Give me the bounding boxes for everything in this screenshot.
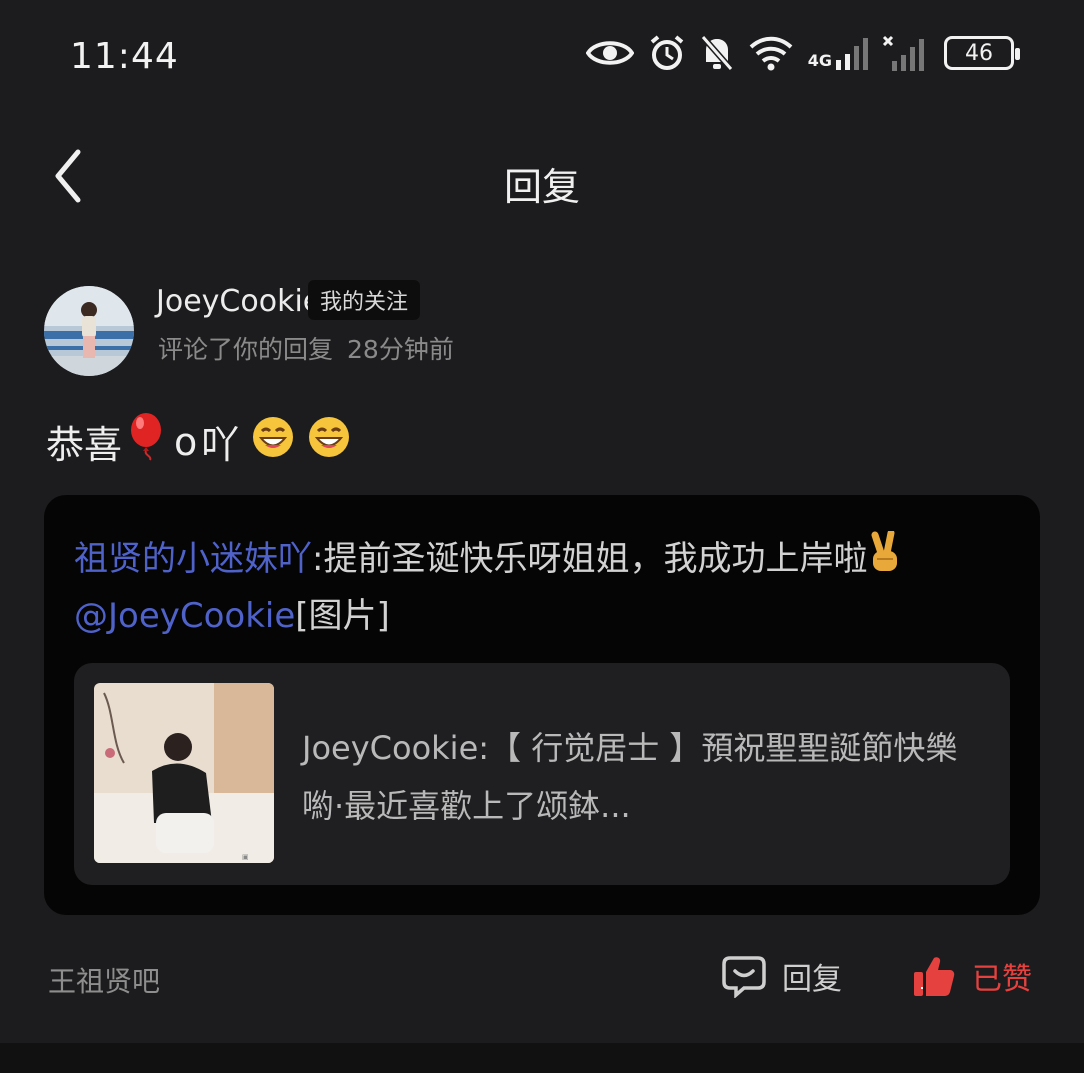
comment-suffix: 吖 xyxy=(201,423,240,467)
mention-link[interactable]: @JoeyCookie xyxy=(74,596,295,636)
reply-label: 回复 xyxy=(782,962,842,997)
page-title: 回复 xyxy=(503,165,580,209)
alarm-icon xyxy=(648,34,686,72)
status-time: 11:44 xyxy=(70,36,179,77)
comment-bubble-icon xyxy=(722,956,766,998)
signal-no-sim-icon xyxy=(882,35,930,71)
image-tag: [图片] xyxy=(295,596,390,636)
quoted-author[interactable]: 祖贤的小迷妹吖 xyxy=(74,539,312,579)
battery-icon: 46 xyxy=(944,36,1020,70)
like-button[interactable]: 已赞 xyxy=(912,954,1032,998)
quoted-reply-text: 祖贤的小迷妹吖:提前圣诞快乐呀姐姐，我成功上岸啦 @JoeyCookie[图片] xyxy=(74,529,994,642)
quoted-reply[interactable]: 祖贤的小迷妹吖:提前圣诞快乐呀姐姐，我成功上岸啦 @JoeyCookie[图片]… xyxy=(44,495,1040,915)
username[interactable]: JoeyCookie xyxy=(156,284,321,319)
like-label: 已赞 xyxy=(972,962,1032,997)
status-icons: 4G 46 xyxy=(585,34,1020,72)
battery-level: 46 xyxy=(965,40,993,66)
time-ago: 28分钟前 xyxy=(347,335,454,364)
quoted-separator: : xyxy=(312,539,324,579)
victory-hand-icon xyxy=(867,529,903,590)
svg-text:▣: ▣ xyxy=(242,853,249,861)
eye-icon xyxy=(585,36,634,70)
reply-button[interactable]: 回复 xyxy=(722,954,842,998)
original-post-card[interactable]: ▣ JoeyCookie:【 行觉居士 】預祝聖聖誕節快樂喲·最近喜歡上了颂鉢.… xyxy=(74,663,1010,885)
quoted-body: 提前圣诞快乐呀姐姐，我成功上岸啦 xyxy=(323,539,868,579)
follow-badge: 我的关注 xyxy=(308,280,421,320)
status-bar: 11:44 4G 46 xyxy=(0,0,1084,110)
grinning-face-icon xyxy=(307,415,351,468)
post-thumbnail[interactable]: ▣ xyxy=(94,683,274,863)
comment-main: 恭喜 xyxy=(46,423,123,467)
forum-name[interactable]: 王祖贤吧 xyxy=(48,960,160,1000)
bottom-divider xyxy=(0,1043,1084,1073)
notification-meta: 评论了你的回复 28分钟前 xyxy=(158,330,454,366)
original-post-text: JoeyCookie:【 行觉居士 】預祝聖聖誕節快樂喲·最近喜歡上了颂鉢... xyxy=(302,719,962,835)
wifi-icon xyxy=(748,35,794,71)
action-text: 评论了你的回复 xyxy=(158,335,334,364)
signal-4g-icon: 4G xyxy=(808,36,868,70)
comment-o: o xyxy=(174,419,198,464)
thumbs-up-icon xyxy=(914,957,955,996)
balloon-icon xyxy=(126,412,170,471)
avatar[interactable] xyxy=(44,286,134,376)
nav-bar: 回复 xyxy=(0,110,1084,240)
network-label: 4G xyxy=(807,51,832,70)
post-author: JoeyCookie xyxy=(302,729,479,767)
mute-bell-icon xyxy=(700,34,734,72)
grinning-face-icon xyxy=(251,415,295,468)
notification-card[interactable]: JoeyCookie 我的关注 评论了你的回复 28分钟前 恭喜 o吖 祖贤的小迷… xyxy=(0,242,1084,1043)
comment-text: 恭喜 o吖 xyxy=(46,412,351,471)
